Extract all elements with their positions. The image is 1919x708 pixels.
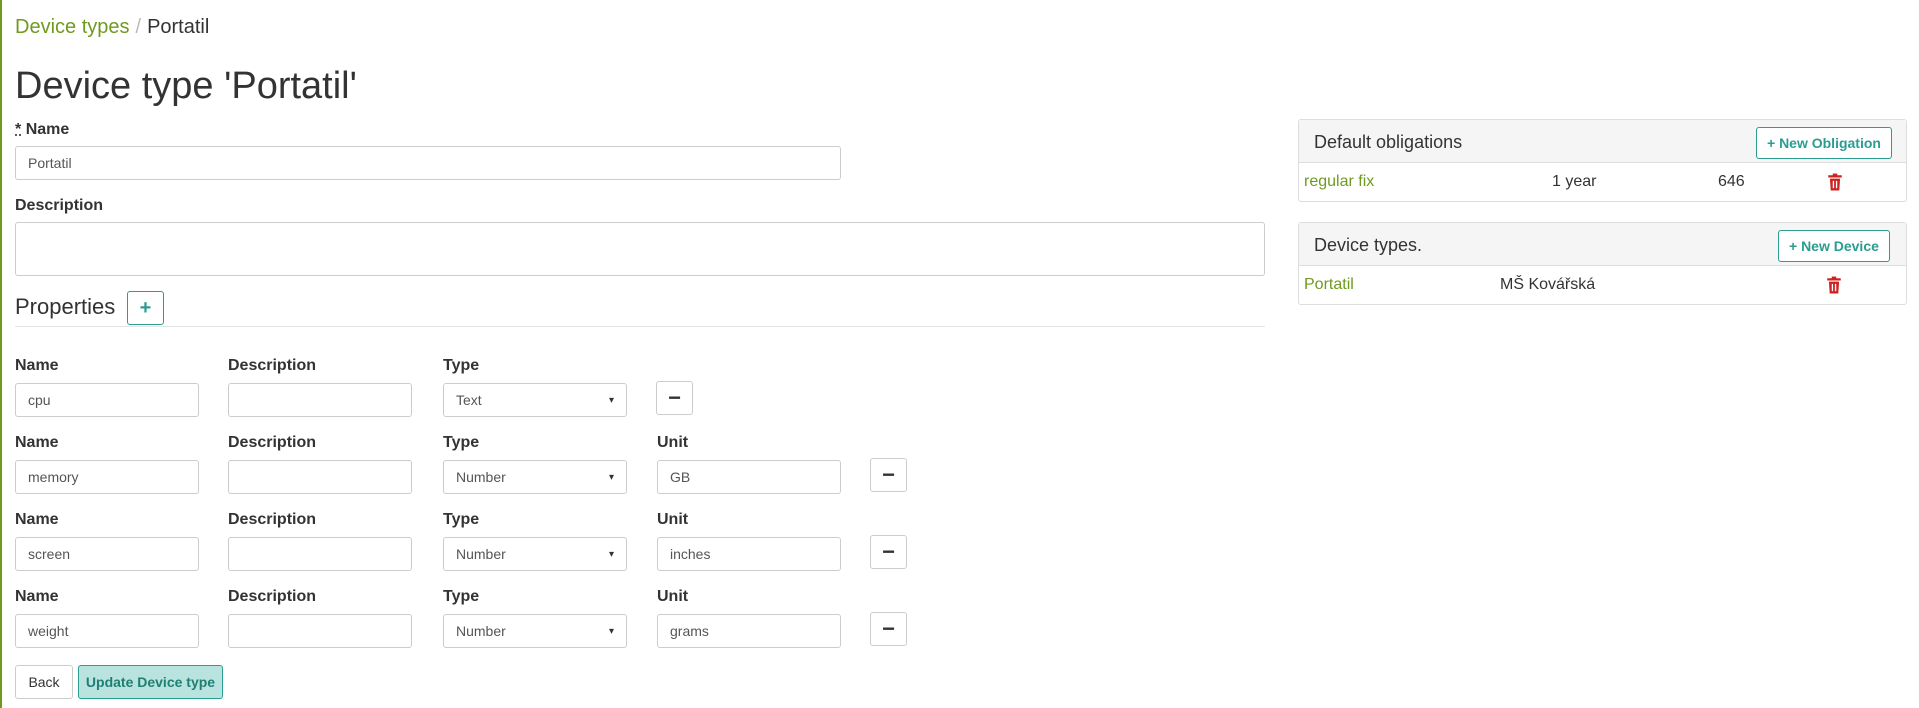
obligation-count: 646 bbox=[1718, 173, 1745, 190]
properties-divider bbox=[15, 326, 1265, 327]
property-type-select[interactable]: Number ▾ bbox=[443, 614, 627, 648]
property-unit-value: inches bbox=[670, 546, 711, 562]
breadcrumb-separator: / bbox=[135, 16, 142, 38]
property-name-label: Name bbox=[15, 357, 59, 374]
device-name-link[interactable]: Portatil bbox=[1304, 276, 1354, 294]
property-name-label: Name bbox=[15, 588, 59, 605]
minus-icon: − bbox=[668, 385, 681, 410]
new-device-button[interactable]: + New Device bbox=[1778, 230, 1890, 262]
update-device-type-button[interactable]: Update Device type bbox=[78, 665, 223, 699]
default-obligations-panel: Default obligations + New Obligation reg… bbox=[1298, 119, 1907, 202]
page-title: Device type 'Portatil' bbox=[15, 65, 357, 107]
minus-icon: − bbox=[882, 462, 895, 487]
breadcrumb: Device types / Portatil bbox=[15, 16, 209, 39]
obligation-period: 1 year bbox=[1552, 173, 1597, 190]
property-name-input[interactable]: memory bbox=[15, 460, 199, 494]
trash-icon[interactable] bbox=[1825, 276, 1843, 294]
obligation-row: regular fix 1 year 646 bbox=[1299, 163, 1906, 201]
property-name-value: memory bbox=[28, 469, 79, 485]
property-name-input[interactable]: weight bbox=[15, 614, 199, 648]
property-unit-input[interactable]: grams bbox=[657, 614, 841, 648]
property-description-label: Description bbox=[228, 357, 317, 374]
panel-header: Device types. + New Device bbox=[1299, 223, 1906, 266]
panel-header: Default obligations + New Obligation bbox=[1299, 120, 1906, 163]
property-type-select[interactable]: Text ▾ bbox=[443, 383, 627, 417]
description-label: Description bbox=[15, 197, 104, 214]
minus-icon: − bbox=[882, 616, 895, 641]
back-button[interactable]: Back bbox=[15, 665, 73, 699]
property-description-label: Description bbox=[228, 511, 317, 528]
property-unit-label: Unit bbox=[657, 434, 689, 451]
property-unit-label: Unit bbox=[657, 511, 689, 528]
properties-title: Properties bbox=[15, 294, 116, 319]
property-description-input[interactable] bbox=[228, 383, 412, 417]
property-type-label: Type bbox=[443, 588, 480, 605]
back-button-label: Back bbox=[28, 674, 60, 690]
chevron-down-icon: ▾ bbox=[608, 548, 614, 560]
name-input[interactable]: Portatil bbox=[15, 146, 841, 180]
remove-property-button[interactable]: − bbox=[870, 535, 907, 569]
property-description-input[interactable] bbox=[228, 614, 412, 648]
required-marker: * bbox=[15, 121, 22, 138]
property-type-label: Type bbox=[443, 434, 480, 451]
plus-icon: + bbox=[139, 296, 152, 319]
add-property-button[interactable]: + bbox=[127, 291, 164, 325]
property-name-value: cpu bbox=[28, 392, 51, 408]
property-type-value: Number bbox=[456, 623, 506, 639]
breadcrumb-device-types-link[interactable]: Device types bbox=[15, 16, 130, 38]
device-row: Portatil MŠ Kovářská bbox=[1299, 266, 1906, 304]
remove-property-button[interactable]: − bbox=[656, 381, 693, 415]
property-type-select[interactable]: Number ▾ bbox=[443, 537, 627, 571]
property-type-value: Number bbox=[456, 469, 506, 485]
name-input-value: Portatil bbox=[28, 155, 72, 171]
property-unit-label: Unit bbox=[657, 588, 689, 605]
property-description-label: Description bbox=[228, 434, 317, 451]
property-unit-input[interactable]: inches bbox=[657, 537, 841, 571]
property-unit-value: GB bbox=[670, 469, 691, 485]
device-location: MŠ Kovářská bbox=[1500, 276, 1596, 293]
minus-icon: − bbox=[882, 539, 895, 564]
property-description-label: Description bbox=[228, 588, 317, 605]
property-description-input[interactable] bbox=[228, 460, 412, 494]
property-name-input[interactable]: screen bbox=[15, 537, 199, 571]
chevron-down-icon: ▾ bbox=[608, 394, 614, 406]
property-unit-value: grams bbox=[670, 623, 709, 639]
name-label: * Name bbox=[15, 121, 69, 139]
property-name-label: Name bbox=[15, 511, 59, 528]
property-name-value: screen bbox=[28, 546, 71, 562]
panel-title: Default obligations bbox=[1314, 132, 1463, 152]
panel-title: Device types. bbox=[1314, 235, 1423, 255]
name-label-text: Name bbox=[25, 121, 70, 138]
chevron-down-icon: ▾ bbox=[608, 625, 614, 637]
remove-property-button[interactable]: − bbox=[870, 612, 907, 646]
new-obligation-button[interactable]: + New Obligation bbox=[1756, 127, 1892, 159]
device-types-panel: Device types. + New Device Portatil MŠ K… bbox=[1298, 222, 1907, 305]
property-name-input[interactable]: cpu bbox=[15, 383, 199, 417]
property-type-label: Type bbox=[443, 511, 480, 528]
property-type-label: Type bbox=[443, 357, 480, 374]
property-type-value: Text bbox=[456, 392, 482, 408]
description-textarea[interactable] bbox=[15, 222, 1265, 276]
property-name-value: weight bbox=[28, 623, 69, 639]
property-type-value: Number bbox=[456, 546, 506, 562]
property-name-label: Name bbox=[15, 434, 59, 451]
trash-icon[interactable] bbox=[1826, 173, 1844, 191]
property-type-select[interactable]: Number ▾ bbox=[443, 460, 627, 494]
remove-property-button[interactable]: − bbox=[870, 458, 907, 492]
chevron-down-icon: ▾ bbox=[608, 471, 614, 483]
update-button-label: Update Device type bbox=[85, 674, 216, 690]
property-unit-input[interactable]: GB bbox=[657, 460, 841, 494]
obligation-name-link[interactable]: regular fix bbox=[1304, 173, 1374, 191]
breadcrumb-current: Portatil bbox=[147, 16, 210, 38]
property-description-input[interactable] bbox=[228, 537, 412, 571]
